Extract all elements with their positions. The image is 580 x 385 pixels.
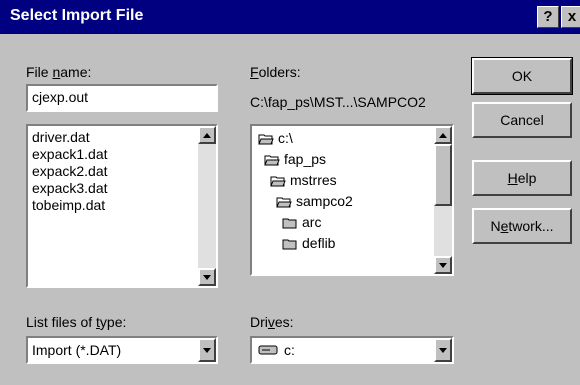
question-icon: ?: [543, 8, 553, 25]
folder-item-deflib[interactable]: deflib: [282, 235, 335, 255]
folder-item-fap-ps[interactable]: fap_ps: [264, 151, 326, 171]
file-type-label: List files of type:: [26, 314, 127, 330]
folder-list-scrollbar[interactable]: [434, 126, 452, 274]
drives-dropdown[interactable]: c:: [250, 336, 454, 364]
file-scroll-up-button[interactable]: [198, 126, 216, 144]
file-name-label: File name:: [26, 64, 92, 80]
ok-button[interactable]: OK: [471, 57, 573, 95]
select-import-file-dialog: Select Import File ? x File name: cjexp.…: [0, 0, 580, 385]
file-type-dropdown[interactable]: Import (*.DAT): [26, 336, 218, 364]
folder-item-sampco2[interactable]: sampco2: [276, 193, 353, 213]
closed-folder-icon: [282, 239, 297, 250]
drives-label: Drives:: [250, 314, 294, 330]
drive-icon: [258, 345, 278, 355]
folder-item-mstrres[interactable]: mstrres: [270, 172, 337, 192]
file-type-dropdown-button[interactable]: [198, 338, 216, 362]
open-folder-icon: [276, 197, 292, 208]
down-arrow-icon: [439, 348, 447, 353]
down-arrow-icon: [203, 275, 211, 280]
file-type-value: Import (*.DAT): [32, 342, 122, 358]
close-icon: x: [567, 8, 577, 25]
file-list-scrollbar[interactable]: [198, 126, 216, 286]
close-button[interactable]: x: [561, 6, 580, 28]
cancel-button[interactable]: Cancel: [472, 102, 572, 138]
up-arrow-icon: [439, 133, 447, 138]
closed-folder-icon: [282, 218, 297, 229]
open-folder-icon: [264, 155, 280, 166]
file-item-expack3[interactable]: expack3.dat: [32, 180, 108, 196]
down-arrow-icon: [203, 348, 211, 353]
down-arrow-icon: [439, 263, 447, 268]
network-button[interactable]: Network...: [472, 208, 572, 244]
folder-scroll-up-button[interactable]: [434, 126, 452, 144]
folder-scroll-thumb[interactable]: [434, 144, 452, 206]
file-item-expack1[interactable]: expack1.dat: [32, 146, 108, 162]
folder-scroll-down-button[interactable]: [434, 256, 452, 274]
title-bar[interactable]: Select Import File ? x: [0, 0, 580, 34]
folder-list[interactable]: c:\ fap_ps mstrres sampco2 arc deflib: [250, 124, 454, 276]
folder-item-arc[interactable]: arc: [282, 214, 321, 234]
file-item-driver[interactable]: driver.dat: [32, 129, 90, 145]
file-name-input[interactable]: cjexp.out: [26, 84, 218, 112]
file-list[interactable]: driver.dat expack1.dat expack2.dat expac…: [26, 124, 218, 288]
file-scroll-down-button[interactable]: [198, 268, 216, 286]
file-item-expack2[interactable]: expack2.dat: [32, 163, 108, 179]
file-item-tobeimp[interactable]: tobeimp.dat: [32, 197, 105, 213]
window-title: Select Import File: [10, 7, 144, 24]
current-folder-path: C:\fap_ps\MST...\SAMPCO2: [250, 94, 426, 110]
help-title-button[interactable]: ?: [537, 6, 559, 28]
drive-value: c:: [284, 342, 295, 358]
open-folder-icon: [258, 134, 274, 145]
up-arrow-icon: [203, 133, 211, 138]
drives-dropdown-button[interactable]: [434, 338, 452, 362]
help-button[interactable]: Help: [472, 160, 572, 196]
open-folder-icon: [270, 176, 286, 187]
folders-label: Folders:: [250, 64, 301, 80]
folder-item-c[interactable]: c:\: [258, 130, 293, 150]
